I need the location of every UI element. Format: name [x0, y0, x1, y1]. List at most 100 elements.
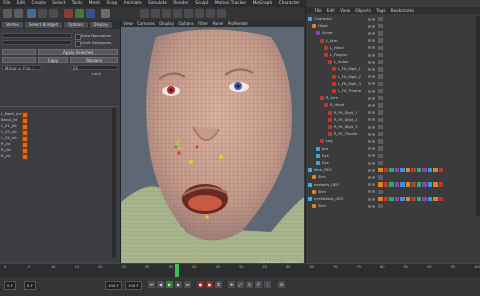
copy-button[interactable]: Copy — [38, 57, 68, 63]
tag-icon[interactable] — [378, 95, 383, 101]
render-visibility-dot[interactable] — [372, 60, 375, 64]
radius-field[interactable] — [2, 40, 72, 45]
tag-icon[interactable] — [378, 31, 383, 36]
object-tree-row[interactable]: R_Arm — [306, 95, 480, 101]
key-param-icon[interactable]: P — [255, 281, 262, 288]
strength-field[interactable] — [2, 33, 72, 38]
current-frame-field[interactable]: 0 F — [4, 281, 16, 290]
tag-icon[interactable] — [394, 182, 399, 187]
tag-icon[interactable] — [422, 196, 427, 202]
editor-visibility-dot[interactable] — [368, 39, 371, 43]
render-visibility-dot[interactable] — [372, 82, 375, 86]
tab-display[interactable]: Display — [89, 21, 113, 28]
editor-visibility-dot[interactable] — [368, 82, 371, 86]
scale-tool-icon[interactable] — [38, 8, 47, 18]
autokey-icon[interactable]: ● — [206, 281, 213, 288]
render-visibility-dot[interactable] — [372, 39, 375, 43]
tag-icon[interactable] — [422, 182, 427, 187]
tag-icon[interactable] — [378, 110, 383, 115]
tag-icon[interactable] — [394, 167, 399, 173]
object-tree-row[interactable]: L_Fingers — [306, 52, 480, 58]
tag-icon[interactable] — [389, 182, 394, 187]
tag-icon[interactable] — [438, 167, 443, 173]
objmgr-menu-tags[interactable]: Tags — [374, 7, 388, 14]
render-visibility-dot[interactable] — [372, 103, 375, 107]
menu-select[interactable]: Select — [49, 0, 69, 7]
object-tree-row[interactable]: R_Fit_Digit_3 — [306, 124, 480, 130]
object-tree-row[interactable]: L_Arm — [306, 38, 480, 44]
render-visibility-dot[interactable] — [372, 46, 375, 50]
menu-render[interactable]: Render — [170, 0, 192, 7]
replace-dropdown[interactable]: Replace — [70, 57, 118, 63]
object-tree-row[interactable]: Head — [306, 23, 480, 29]
render-visibility-dot[interactable] — [372, 111, 375, 115]
tag-icon[interactable] — [378, 52, 383, 58]
goto-end-icon[interactable]: ⏭ — [184, 281, 191, 288]
undo-icon[interactable] — [3, 8, 12, 18]
panel-scrollbar[interactable] — [112, 108, 116, 258]
tag-icon[interactable] — [378, 45, 383, 51]
tag-icon[interactable] — [378, 81, 383, 87]
max-frame-field[interactable]: 100 F — [125, 281, 142, 290]
tag-icon[interactable] — [383, 167, 388, 173]
tag-icon[interactable] — [433, 196, 438, 202]
object-tree-row[interactable]: eyeballs_GEO — [306, 182, 480, 188]
rotate-tool-icon[interactable] — [49, 8, 58, 18]
object-tree-row[interactable]: L_Fit_Digit_2 — [306, 74, 480, 80]
tag-icon[interactable] — [427, 196, 432, 202]
next-frame-icon[interactable]: ▶ — [175, 281, 182, 288]
tag-icon[interactable] — [400, 167, 405, 173]
editor-visibility-dot[interactable] — [368, 17, 371, 21]
editor-visibility-dot[interactable] — [368, 154, 371, 158]
menu-sculpt[interactable]: Sculpt — [192, 0, 212, 7]
timeline-ruler[interactable]: 0 5 10 15 20 25 30 35 40 45 50 55 60 65 70 75 80 85 90 95 10… — [0, 263, 480, 278]
render-visibility-dot[interactable] — [372, 89, 375, 93]
lock-toggle[interactable]: Lock — [92, 71, 110, 78]
tag-icon[interactable] — [378, 131, 383, 137]
tag-icon[interactable] — [416, 196, 421, 202]
object-tree-row[interactable]: Eye — [306, 160, 480, 166]
menu-snap[interactable]: Snap — [103, 0, 120, 7]
tag-icon[interactable] — [411, 182, 416, 187]
objmgr-menu-view[interactable]: View — [338, 7, 353, 14]
render-visibility-dot[interactable] — [372, 139, 375, 143]
object-tree-row[interactable]: Jaw — [306, 146, 480, 152]
viewport-menu-view[interactable]: View — [121, 20, 135, 27]
render-visibility-dot[interactable] — [372, 118, 375, 122]
z-axis-icon[interactable] — [86, 8, 95, 18]
object-tree-row[interactable]: eyeDetails_GEO — [306, 196, 480, 202]
mirror-dropdown[interactable]: Mirror + Y to - — [2, 65, 42, 71]
tag-icon[interactable] — [400, 182, 405, 187]
spline-icon[interactable] — [151, 8, 160, 18]
object-tree-row[interactable]: Skin — [306, 203, 480, 209]
editor-visibility-dot[interactable] — [368, 53, 371, 57]
editor-visibility-dot[interactable] — [368, 204, 371, 208]
tab-options[interactable]: Options — [64, 21, 88, 28]
tag-icon[interactable] — [405, 182, 410, 187]
tag-icon[interactable] — [438, 182, 443, 187]
object-tree-row[interactable]: L_Index — [306, 59, 480, 65]
viewport-menu-display[interactable]: Display — [157, 20, 176, 27]
deformer-icon[interactable] — [184, 8, 193, 18]
object-tree-row[interactable]: Leg — [306, 138, 480, 144]
tag-icon[interactable] — [427, 182, 432, 187]
tag-icon[interactable] — [389, 167, 394, 173]
end-frame-field[interactable]: 100 F — [105, 281, 122, 290]
tag-icon[interactable] — [378, 139, 383, 144]
editor-visibility-dot[interactable] — [368, 24, 371, 28]
render-visibility-dot[interactable] — [372, 175, 375, 179]
editor-visibility-dot[interactable] — [368, 125, 371, 129]
tag-icon[interactable] — [433, 167, 438, 173]
object-tree-row[interactable]: L_Fit_Thumb — [306, 88, 480, 94]
render-visibility-dot[interactable] — [372, 53, 375, 57]
tag-icon[interactable] — [378, 16, 383, 22]
tag-icon[interactable] — [378, 117, 383, 123]
editor-visibility-dot[interactable] — [368, 60, 371, 64]
objmgr-menu-file[interactable]: File — [312, 7, 324, 14]
menu-tools[interactable]: Tools — [69, 0, 86, 7]
editor-visibility-dot[interactable] — [368, 103, 371, 107]
start-frame-field[interactable]: 0 F — [24, 281, 36, 290]
object-tree-row[interactable]: L_Fit_Digit_3 — [306, 81, 480, 87]
editor-visibility-dot[interactable] — [368, 190, 371, 194]
tag-icon[interactable] — [378, 59, 383, 65]
